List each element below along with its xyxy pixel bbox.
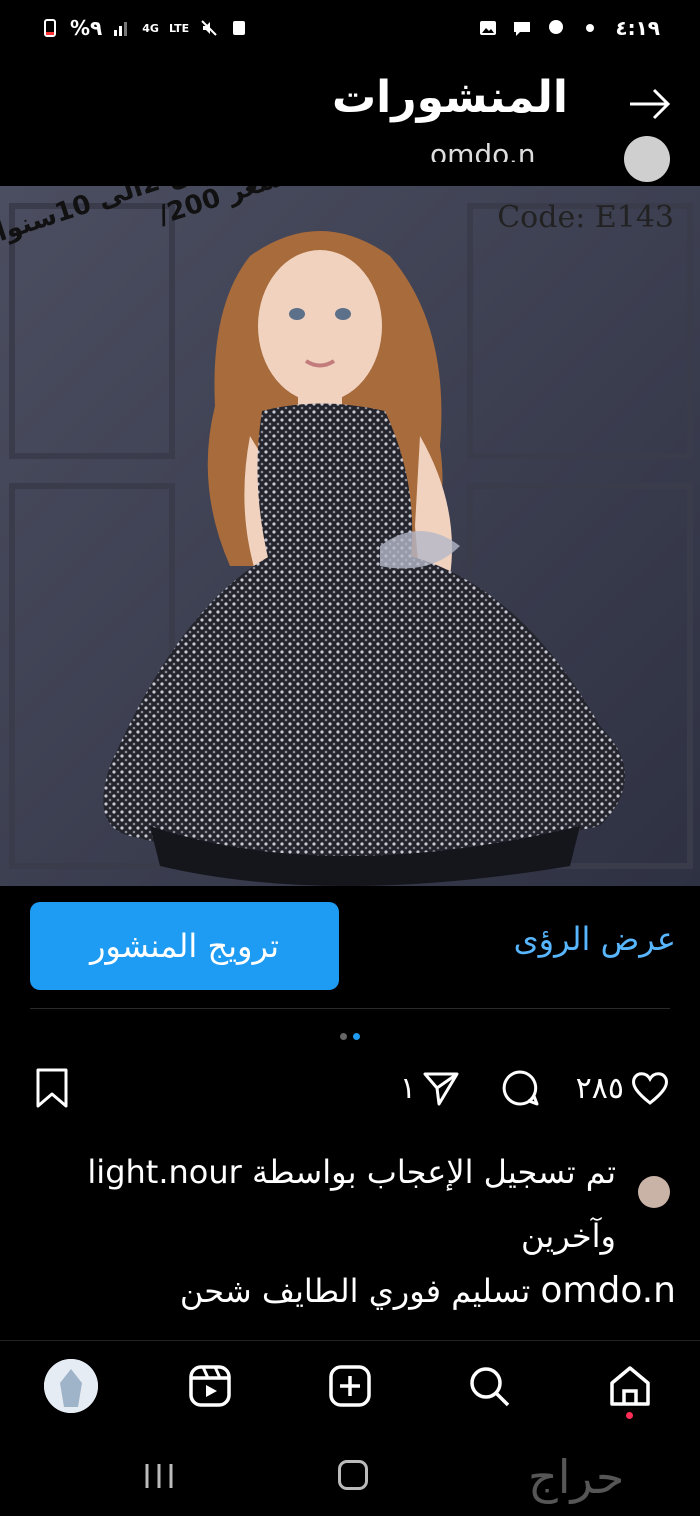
divider [30, 1008, 670, 1009]
create-icon[interactable] [327, 1363, 373, 1409]
shares-count: ١ [399, 1070, 416, 1106]
page-title: المنشورات [331, 72, 568, 123]
carousel-dot [340, 1033, 347, 1040]
system-home-button[interactable] [338, 1460, 368, 1490]
notification-icons [478, 18, 600, 38]
bookmark-icon[interactable] [34, 1068, 70, 1108]
product-code-text: Code: E143 [497, 200, 674, 235]
data-saver-icon [233, 21, 246, 35]
clock: ٤:١٩ [615, 16, 660, 40]
home-icon[interactable] [607, 1363, 653, 1409]
watermark: حراج [528, 1450, 625, 1504]
post-username[interactable]: omdo.n [430, 138, 535, 162]
notification-dot [626, 1412, 633, 1419]
liker-avatar [638, 1176, 670, 1208]
share-action[interactable]: ١ [400, 1068, 460, 1108]
battery-text: %٩ [70, 16, 103, 40]
network-text: 4G [142, 21, 159, 35]
profile-avatar[interactable] [44, 1359, 98, 1413]
send-icon[interactable] [422, 1069, 460, 1107]
caption-text: تسليم فوري الطايف شحن [179, 1272, 531, 1310]
system-navigation-bar: حراج [0, 1436, 700, 1516]
like-action[interactable]: ٢٨٥ [576, 1068, 670, 1108]
post-actions: ٢٨٥ ١ [0, 1060, 700, 1120]
bottom-navigation [0, 1340, 700, 1437]
caption-username[interactable]: omdo.n [540, 1270, 676, 1311]
comment-action[interactable] [500, 1068, 540, 1108]
post-image[interactable]: Code: E143 مقاس من 2الى 10سنوات السعر 20… [0, 186, 700, 886]
promote-post-button[interactable]: ترويج المنشور [30, 902, 339, 990]
reels-icon[interactable] [187, 1363, 233, 1409]
snapchat-icon [549, 20, 563, 34]
carousel-dot-active [353, 1033, 360, 1040]
back-arrow-icon[interactable] [628, 82, 672, 126]
search-icon[interactable] [466, 1363, 512, 1409]
battery-icon [44, 19, 56, 37]
status-left: %٩ 4G LTE [40, 16, 249, 40]
recent-apps-icon[interactable] [142, 1462, 176, 1490]
post-avatar[interactable] [624, 136, 670, 182]
dot-icon [586, 24, 594, 32]
comment-icon[interactable] [500, 1068, 540, 1108]
lte-text: LTE [168, 21, 190, 35]
liked-by-text[interactable]: تم تسجيل الإعجاب بواسطة light.nour وآخري… [56, 1140, 616, 1268]
gallery-icon [480, 21, 496, 35]
dress-photo [0, 186, 700, 886]
mute-icon [201, 20, 217, 36]
likes-count: ٢٨٥ [575, 1070, 624, 1106]
status-bar: %٩ 4G LTE ٤:١٩ [0, 0, 700, 60]
carousel-indicator [340, 1033, 360, 1040]
heart-icon[interactable] [630, 1070, 670, 1106]
view-insights-link[interactable]: عرض الرؤى [514, 920, 676, 958]
chat-icon [514, 22, 530, 36]
caption[interactable]: omdo.n تسليم فوري الطايف شحن [26, 1270, 676, 1330]
signal-icon [114, 22, 128, 36]
profile-photo [44, 1359, 98, 1413]
